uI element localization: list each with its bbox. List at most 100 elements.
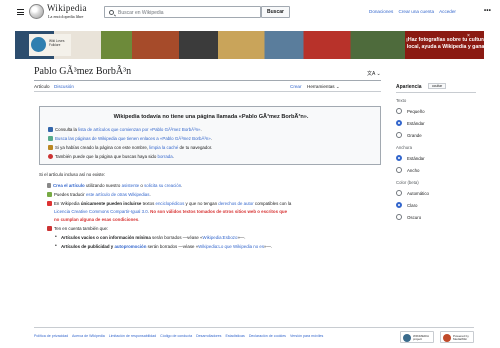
- encyclopedic-link[interactable]: enciclopédicos: [156, 201, 185, 206]
- intro-text: Si el artículo incluso así no existe:: [39, 172, 106, 177]
- color-label: Color (beta): [396, 180, 419, 185]
- stub-policy-link[interactable]: Wikipedia:Esbozo: [203, 235, 238, 240]
- note-promo-line: Artículos de publicidad y autopromoción …: [61, 244, 273, 249]
- deletion-log-link[interactable]: borrada: [158, 154, 173, 159]
- copyright-link[interactable]: derechos de autor: [218, 201, 253, 206]
- radio-text-standard[interactable]: [396, 120, 402, 126]
- notice-title: Wikipedia todavía no tiene una página ll…: [113, 114, 309, 120]
- bullet-icon: •: [55, 234, 57, 240]
- login-link[interactable]: Acceder: [439, 9, 456, 14]
- banner-message[interactable]: ¡Haz fotografías sobre tu cultura local,…: [396, 37, 484, 50]
- self-promotion-link[interactable]: autopromoción: [114, 244, 146, 249]
- prefix-list-link[interactable]: lista de artículos que comienzan por «Pa…: [78, 127, 200, 132]
- search-box[interactable]: [104, 6, 261, 18]
- request-link[interactable]: solicita su creación: [144, 183, 181, 188]
- warning-icon: [47, 201, 52, 207]
- wikipedia-tagline: La enciclopedia libre: [48, 14, 84, 19]
- notice-item: También puede que la página que buscas h…: [48, 154, 174, 160]
- footer-links: Política de privacidad Acerca de Wikiped…: [34, 334, 326, 338]
- wikimedia-badge-text: WIKIMEDIA project: [413, 334, 429, 342]
- warning-line-3: no cumplan alguna de esas condiciones.: [54, 217, 140, 222]
- bullet-icon: •: [55, 243, 57, 249]
- create-article-link[interactable]: Crea el artículo: [53, 183, 85, 188]
- warning-line-2: Licencia Creative Commons Compartir-Igua…: [54, 209, 288, 214]
- banner-campaign-logo: Wiki Loves Folklore: [29, 34, 71, 56]
- translate-line: Puedes traducir este artículo de otras W…: [47, 192, 151, 198]
- site-header: Wikipedia La enciclopedia libre Buscar D…: [0, 0, 500, 26]
- warning-line-1: En Wikipedia únicamente pueden incluirse…: [47, 201, 291, 207]
- personal-tools: Donaciones Crear una cuenta Acceder: [369, 9, 460, 14]
- wizard-link[interactable]: asistente: [122, 183, 140, 188]
- footer-link[interactable]: Acerca de Wikipedia: [72, 334, 105, 338]
- purge-cache-link[interactable]: limpia la caché: [149, 145, 178, 150]
- wikipedia-wordmark[interactable]: Wikipedia: [47, 4, 87, 13]
- list-icon: [48, 127, 53, 133]
- radio-label: Ancho: [407, 168, 420, 173]
- radio-color-light[interactable]: [396, 202, 402, 208]
- mediawiki-badge[interactable]: Powered by MediaWiki: [440, 331, 474, 343]
- campaign-globe-icon: [31, 37, 46, 52]
- banner-photo-strip: [15, 31, 405, 59]
- radio-color-dark[interactable]: [396, 214, 402, 220]
- wikipedia-globe-logo[interactable]: [29, 4, 44, 19]
- footer-link[interactable]: Versión para móviles: [290, 334, 323, 338]
- create-line: Crea el artículo utilizando nuestro asis…: [47, 183, 182, 189]
- campaign-banner[interactable]: Wiki Loves Folklore × ¡Haz fotografías s…: [15, 31, 484, 59]
- radio-width-wide[interactable]: [396, 167, 402, 173]
- wikimedia-badge[interactable]: WIKIMEDIA project: [400, 331, 434, 343]
- search-icon: [109, 10, 114, 15]
- tools-dropdown[interactable]: Herramientas ⌄: [307, 84, 340, 90]
- radio-label: Oscuro: [407, 215, 422, 220]
- search-input[interactable]: [118, 7, 258, 18]
- note-icon: [47, 226, 52, 232]
- campaign-logo-line2: Folklore: [49, 42, 61, 47]
- translate-icon: [47, 192, 52, 198]
- more-options-icon[interactable]: •••: [484, 8, 491, 14]
- license-link[interactable]: Licencia Creative Commons Compartir-Igua…: [54, 209, 148, 214]
- footer-link[interactable]: Desarrolladores: [196, 334, 221, 338]
- title-divider: [34, 80, 381, 81]
- create-account-link[interactable]: Crear una cuenta: [399, 9, 435, 14]
- notice-item: Consulta la lista de artículos que comie…: [48, 127, 202, 133]
- footer-link[interactable]: Declaración de cookies: [249, 334, 286, 338]
- appearance-title: Apariencia: [396, 84, 422, 90]
- notice-item: Busca las páginas de Wikipedia que tiene…: [48, 136, 212, 142]
- main-menu-icon[interactable]: [17, 9, 24, 15]
- footer-link[interactable]: Limitación de responsabilidad: [109, 334, 156, 338]
- note-stub-line: Artículos vacíos o con información mínim…: [61, 235, 246, 240]
- radio-text-large[interactable]: [396, 132, 402, 138]
- radio-label: Estándar: [407, 156, 425, 161]
- pencil-icon: [47, 183, 51, 189]
- cache-icon: [48, 145, 53, 151]
- radio-label: Automático: [407, 191, 429, 196]
- radio-width-standard[interactable]: [396, 155, 402, 161]
- no-article-notice: Wikipedia todavía no tiene una página ll…: [39, 106, 381, 165]
- hide-appearance-button[interactable]: ocultar: [428, 83, 446, 89]
- text-size-label: Texto: [396, 98, 407, 103]
- radio-label: Claro: [407, 203, 418, 208]
- wikimedia-logo-icon: [403, 334, 411, 342]
- deleted-icon: [48, 154, 53, 160]
- radio-label: Grande: [407, 133, 422, 138]
- footer-link[interactable]: Código de conducta: [160, 334, 192, 338]
- donate-link[interactable]: Donaciones: [369, 9, 393, 14]
- tab-talk[interactable]: Discusión: [54, 84, 74, 89]
- radio-label: Estándar: [407, 121, 425, 126]
- mediawiki-badge-text: Powered by MediaWiki: [453, 334, 469, 342]
- radio-text-small[interactable]: [396, 108, 402, 114]
- language-selector-icon[interactable]: 文A ⌄: [367, 70, 381, 77]
- width-label: Anchura: [396, 145, 413, 150]
- radio-label: Pequeño: [407, 109, 425, 114]
- tab-create[interactable]: Crear: [290, 84, 302, 89]
- what-wikipedia-is-not-link[interactable]: Wikipedia:Lo que Wikipedia no es: [198, 244, 264, 249]
- footer-link[interactable]: Política de privacidad: [34, 334, 68, 338]
- translate-link[interactable]: este artículo de otras Wikipedias: [86, 192, 149, 197]
- notice-item: Si ya habías creado la página con este n…: [48, 145, 212, 151]
- mediawiki-logo-icon: [443, 334, 451, 342]
- radio-color-auto[interactable]: [396, 190, 402, 196]
- footer-link[interactable]: Estadísticas: [225, 334, 244, 338]
- search-button[interactable]: Buscar: [261, 6, 290, 18]
- links-icon: [48, 136, 53, 142]
- page-title: Pablo GÃ³mez BorbÃ³n: [34, 66, 132, 77]
- what-links-here-link[interactable]: Busca las páginas de Wikipedia que tiene…: [55, 136, 211, 141]
